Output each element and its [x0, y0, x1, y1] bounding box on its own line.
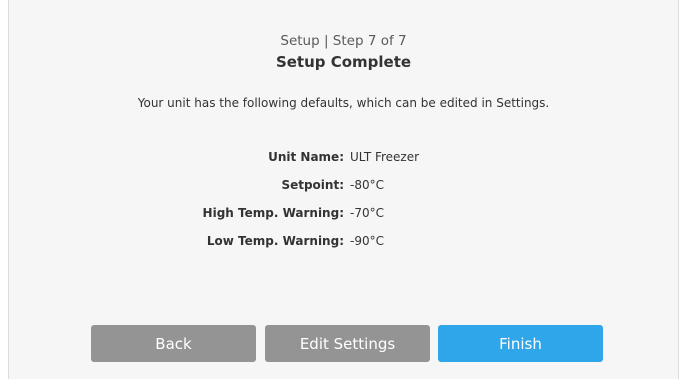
description-text: Your unit has the following defaults, wh… — [137, 96, 550, 110]
unit-name-value: ULT Freezer — [350, 150, 420, 164]
default-row-high-temp-warning: High Temp. Warning: -70°C — [9, 206, 678, 224]
default-row-low-temp-warning: Low Temp. Warning: -90°C — [9, 234, 678, 252]
default-row-unit-name: Unit Name: ULT Freezer — [9, 150, 678, 168]
high-temp-warning-value: -70°C — [350, 206, 384, 220]
finish-button[interactable]: Finish — [438, 325, 603, 362]
setpoint-label: Setpoint: — [281, 178, 344, 192]
page-title: Setup Complete — [275, 53, 412, 71]
low-temp-warning-label: Low Temp. Warning: — [206, 234, 344, 248]
setup-panel: Setup | Step 7 of 7 Setup Complete Your … — [8, 0, 679, 379]
default-row-setpoint: Setpoint: -80°C — [9, 178, 678, 196]
step-indicator: Setup | Step 7 of 7 — [280, 33, 407, 49]
high-temp-warning-label: High Temp. Warning: — [202, 206, 344, 220]
edit-settings-button[interactable]: Edit Settings — [265, 325, 430, 362]
low-temp-warning-value: -90°C — [350, 234, 384, 248]
unit-name-label: Unit Name: — [268, 150, 344, 164]
back-button[interactable]: Back — [91, 325, 256, 362]
setpoint-value: -80°C — [350, 178, 384, 192]
